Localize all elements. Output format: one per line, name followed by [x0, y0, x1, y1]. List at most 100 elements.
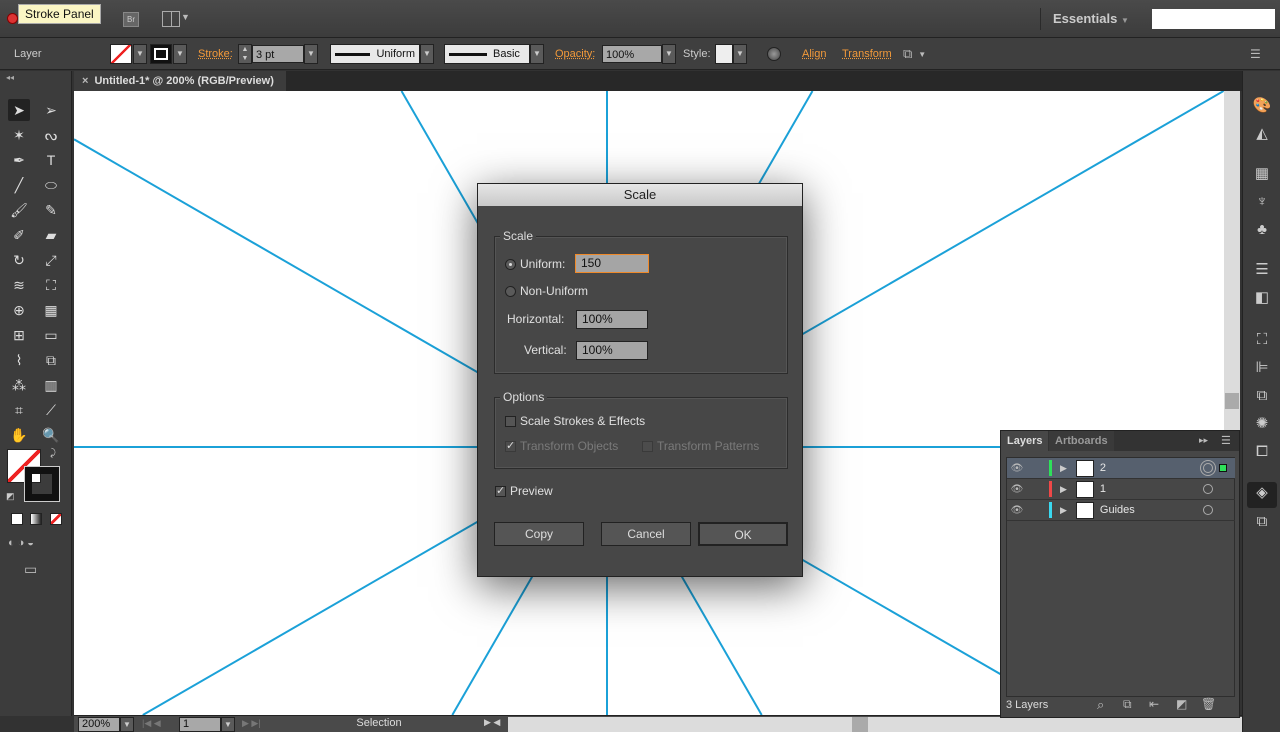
graph-tool-icon[interactable]: ▥	[40, 374, 62, 396]
brush-dropdown[interactable]: ▼	[530, 44, 544, 64]
expand-triangle-icon[interactable]: ▶	[1060, 484, 1067, 495]
screen-mode-icon[interactable]: ▭	[24, 561, 37, 578]
tab-layers[interactable]: Layers	[1001, 431, 1049, 451]
expand-triangle-icon[interactable]: ▶	[1060, 505, 1067, 516]
arrange-documents-icon[interactable]	[162, 11, 180, 27]
collapse-panel-icon[interactable]: ▸▸	[1199, 435, 1208, 446]
shape-builder-tool-icon[interactable]: ⊕	[8, 299, 30, 321]
stroke-dropdown[interactable]: ▼	[173, 44, 187, 64]
first-prev-artboard-buttons[interactable]: |◀ ◀	[142, 718, 161, 729]
stroke-weight-input[interactable]: 3 pt	[252, 45, 304, 63]
selection-square-icon[interactable]	[1219, 464, 1227, 472]
paintbrush-tool-icon[interactable]: 🖌	[8, 199, 30, 221]
fill-dropdown[interactable]: ▼	[133, 44, 147, 64]
new-layer-icon[interactable]: ◩	[1176, 697, 1187, 711]
line-tool-icon[interactable]: ╱	[8, 174, 30, 196]
opacity-dropdown[interactable]: ▼	[662, 44, 676, 64]
pen-tool-icon[interactable]: ✒	[8, 149, 30, 171]
target-circle-icon[interactable]	[1203, 463, 1213, 473]
locate-object-icon[interactable]: ⌕	[1097, 697, 1104, 713]
align-panel-link[interactable]: Align	[802, 48, 826, 60]
profile-dropdown[interactable]: ▼	[420, 44, 434, 64]
perspective-grid-tool-icon[interactable]: ▦	[40, 299, 62, 321]
blend-tool-icon[interactable]: ⧉	[40, 349, 62, 371]
uniform-radio[interactable]	[505, 259, 516, 270]
current-tool-status[interactable]: Selection	[279, 717, 479, 729]
type-tool-icon[interactable]: T	[40, 149, 62, 171]
default-colors-icon[interactable]: ◩	[6, 491, 15, 502]
help-search-input[interactable]	[1152, 9, 1275, 29]
scale-strokes-checkbox[interactable]	[505, 416, 516, 427]
visibility-eye-icon[interactable]: 👁	[1007, 463, 1027, 474]
artboard-tool-icon[interactable]: ⌗	[8, 399, 30, 421]
artboards-panel-icon[interactable]: ⧉	[1251, 511, 1273, 533]
brushes-panel-icon[interactable]: ♆	[1251, 191, 1273, 213]
new-sublayer-icon[interactable]: ⇤	[1149, 697, 1159, 711]
gradient-tool-icon[interactable]: ▭	[40, 324, 62, 346]
stroke-color-swatch[interactable]	[25, 467, 59, 501]
gradient-mode-icon[interactable]	[30, 513, 42, 525]
eyedropper-tool-icon[interactable]: ⌇	[8, 349, 30, 371]
pathfinder-panel-icon[interactable]: ⧉	[1251, 385, 1273, 407]
layer-name[interactable]: Guides	[1100, 504, 1203, 516]
panel-menu-icon[interactable]: ☰	[1250, 47, 1261, 61]
symbol-sprayer-tool-icon[interactable]: ⁂	[8, 374, 30, 396]
hand-tool-icon[interactable]: ✋	[8, 424, 30, 446]
none-mode-icon[interactable]	[50, 513, 62, 525]
layer-name[interactable]: 2	[1100, 462, 1203, 474]
bridge-button[interactable]: Br	[123, 12, 139, 27]
scale-tool-icon[interactable]: ⤢	[40, 249, 62, 271]
stroke-weight-stepper[interactable]: ▲ ▼	[238, 44, 252, 64]
status-menu-icon[interactable]: ▶ ◀	[484, 717, 500, 728]
transform-objects-checkbox[interactable]: ✓	[505, 441, 516, 452]
layer-row[interactable]: 👁 ▶ Guides	[1007, 500, 1235, 521]
fill-swatch[interactable]	[110, 44, 132, 64]
stroke-weight-dropdown[interactable]: ▼	[304, 44, 318, 64]
eraser-tool-icon[interactable]: ▰	[40, 224, 62, 246]
warp-tool-icon[interactable]: ≋	[8, 274, 30, 296]
mesh-tool-icon[interactable]: ⊞	[8, 324, 30, 346]
artboard-dropdown[interactable]: ▼	[221, 717, 235, 732]
color-mode-icon[interactable]	[11, 513, 23, 525]
magic-wand-tool-icon[interactable]: ✶	[8, 124, 30, 146]
workspace-switcher[interactable]: Essentials ▼	[1040, 8, 1140, 30]
style-dropdown[interactable]: ▼	[733, 44, 747, 64]
cancel-button[interactable]: Cancel	[601, 522, 691, 546]
layer-row[interactable]: 👁 ▶ 1	[1007, 479, 1235, 500]
graphic-style-swatch[interactable]	[715, 44, 733, 64]
zoom-tool-icon[interactable]: 🔍	[40, 424, 62, 446]
graphic-styles-panel-icon[interactable]: ⧠	[1251, 441, 1273, 463]
close-tab-icon[interactable]: ×	[82, 75, 88, 87]
collapse-panel-icon[interactable]: ◂◂	[6, 73, 14, 82]
panel-menu-icon[interactable]: ☰	[1221, 434, 1231, 447]
isolate-group-icon[interactable]: ⧉	[903, 46, 912, 62]
swatches-panel-icon[interactable]: ▦	[1251, 163, 1273, 185]
copy-button[interactable]: Copy	[494, 522, 584, 546]
horizontal-scrollbar[interactable]	[508, 717, 1242, 732]
stroke-panel-icon[interactable]: ☰	[1251, 259, 1273, 281]
delete-layer-icon[interactable]: 🗑	[1201, 697, 1216, 711]
non-uniform-radio[interactable]	[505, 286, 516, 297]
clipping-mask-icon[interactable]: ⧉	[1123, 697, 1132, 712]
target-circle-icon[interactable]	[1203, 484, 1213, 494]
target-circle-icon[interactable]	[1203, 505, 1213, 515]
next-last-artboard-buttons[interactable]: ▶ ▶|	[242, 718, 261, 729]
transform-patterns-checkbox[interactable]	[642, 441, 653, 452]
zoom-input[interactable]: 200%	[78, 717, 120, 732]
lasso-tool-icon[interactable]: ᔓ	[40, 124, 62, 146]
opacity-input[interactable]: 100%	[602, 45, 662, 63]
align-panel-icon[interactable]: ⊫	[1251, 357, 1273, 379]
brush-definition[interactable]: Basic	[444, 44, 530, 64]
horizontal-scroll-thumb[interactable]	[852, 717, 868, 732]
vertical-input[interactable]: 100%	[576, 341, 648, 360]
layer-row[interactable]: 👁 ▶ 2	[1007, 458, 1235, 479]
free-transform-tool-icon[interactable]: ⛶	[40, 274, 62, 296]
visibility-eye-icon[interactable]: 👁	[1007, 505, 1027, 516]
chevron-down-icon[interactable]: ▼	[181, 12, 190, 22]
preview-checkbox[interactable]: ✓	[495, 486, 506, 497]
stroke-swatch[interactable]	[150, 44, 172, 64]
visibility-eye-icon[interactable]: 👁	[1007, 484, 1027, 495]
swap-colors-icon[interactable]: ⤸	[50, 448, 56, 459]
opacity-panel-link[interactable]: Opacity:	[555, 48, 595, 60]
artboard-number-input[interactable]: 1	[179, 717, 221, 732]
